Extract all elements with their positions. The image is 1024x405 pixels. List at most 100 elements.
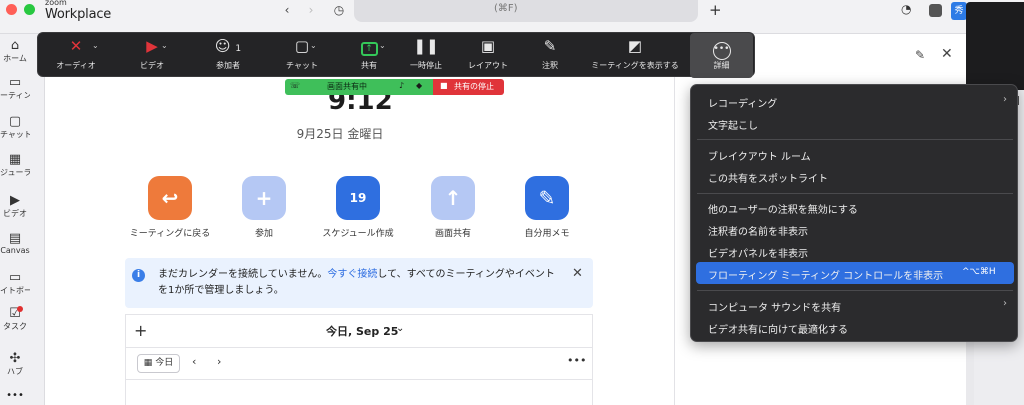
menu-item-transcription[interactable]: 文字起こし: [696, 112, 1014, 134]
sidebar-item-label: Canvas: [0, 246, 30, 255]
sidebar-item-hub[interactable]: ✣ ハブ: [0, 351, 30, 377]
menu-item-share-computer-sound[interactable]: コンピュータ サウンドを共有 ›: [696, 294, 1014, 316]
share-icon: ↑: [334, 37, 404, 57]
join-icon: +: [242, 176, 286, 220]
annotate-label: 注釈: [542, 61, 558, 70]
personal-notes-button[interactable]: ✎ 自分用メモ: [492, 176, 602, 239]
sidebar-item-home[interactable]: ⌂ ホーム: [0, 38, 30, 64]
menu-item-label: 他のユーザーの注釈を無効にする: [708, 205, 858, 216]
meeting-icon: ▭: [8, 75, 22, 90]
sidebar-item-label: チャット: [0, 130, 30, 139]
history-icon[interactable]: ◷: [331, 3, 347, 17]
whiteboard-icon: ▭: [8, 270, 22, 285]
show-meeting-label: ミーティングを表示する: [591, 61, 679, 70]
sidebar-item-label: ビデオ: [3, 209, 27, 218]
sidebar-item-scheduler[interactable]: ▦ ジューラー: [0, 152, 30, 178]
sidebar-item-label: イトボード: [0, 286, 30, 295]
menu-item-recording[interactable]: レコーディング ›: [696, 90, 1014, 112]
bell-icon[interactable]: ◔: [901, 2, 911, 16]
participants-count: 1: [235, 44, 242, 54]
zoom-window-button[interactable]: [24, 4, 35, 15]
chevron-right-icon: ›: [1003, 94, 1007, 105]
today-label: 今日: [155, 358, 174, 368]
sidebar-item-whiteboard[interactable]: ▭ イトボード: [0, 270, 30, 296]
calendar-icon: 19: [336, 176, 380, 220]
notification-dot: [17, 306, 23, 312]
menu-item-label: ビデオパネルを非表示: [708, 249, 808, 260]
menu-item-hide-annotator-names[interactable]: 注釈者の名前を非表示: [696, 218, 1014, 240]
participants-label: 参加者: [216, 61, 240, 70]
more-icon[interactable]: •••: [567, 354, 586, 367]
chat-icon: ▢: [294, 37, 310, 55]
sidebar-item-chat[interactable]: ▢ チャット: [0, 114, 30, 140]
sidebar-item-video[interactable]: ▶ ビデオ: [0, 193, 30, 219]
menu-item-disable-annotation[interactable]: 他のユーザーの注釈を無効にする: [696, 196, 1014, 218]
home-icon: ⌂: [10, 38, 20, 53]
menu-item-breakout-rooms[interactable]: ブレイクアウト ルーム: [696, 143, 1014, 165]
pause-button[interactable]: ❚❚ 一時停止: [398, 33, 454, 78]
date-label: 9月25日 金曜日: [296, 127, 384, 141]
edit-icon[interactable]: ✎: [915, 48, 925, 62]
sharing-label: 画面共有中: [327, 82, 367, 91]
more-icon: •••: [690, 37, 753, 60]
app-icon[interactable]: [929, 4, 942, 17]
menu-item-spotlight-share[interactable]: この共有をスポットライト: [696, 165, 1014, 187]
menu-item-label: ブレイクアウト ルーム: [708, 152, 811, 163]
close-window-button[interactable]: [6, 4, 17, 15]
layout-label: レイアウト: [468, 61, 508, 70]
audio-button[interactable]: ✕ オーディオ: [42, 33, 110, 78]
search-shortcut: (⌘F): [494, 3, 518, 14]
layout-icon: ▣: [480, 37, 496, 55]
mic-icon: ♪: [399, 81, 405, 90]
more-button[interactable]: ••• 詳細: [690, 33, 753, 78]
add-event-icon[interactable]: +: [134, 321, 147, 340]
search-bar[interactable]: (⌘F): [354, 0, 698, 22]
menu-item-hide-floating-controls[interactable]: フローティング ミーティング コントロールを非表示 ^⌥⌘H: [696, 262, 1014, 284]
notice-text: まだカレンダーを接続していません。今すぐ接続して、すべてのミーティングやイベント…: [158, 267, 558, 299]
avatar[interactable]: 秀: [951, 2, 967, 20]
sidebar-item-canvas[interactable]: ▤ Canvas: [0, 231, 30, 255]
show-meeting-icon: ◩: [627, 37, 643, 55]
share-button[interactable]: ↑ 共有: [334, 33, 404, 78]
menu-item-label: ビデオ共有に向けて最適化する: [708, 325, 848, 336]
audio-options-caret[interactable]: ⌄: [92, 41, 99, 50]
video-label: ビデオ: [140, 61, 164, 70]
pause-icon: ❚❚: [413, 37, 439, 55]
menu-item-optimize-video-share[interactable]: ビデオ共有に向けて最適化する: [696, 316, 1014, 338]
close-icon[interactable]: ✕: [941, 46, 953, 62]
sidebar-item-tasks[interactable]: ☑ タスク: [0, 306, 30, 332]
chevron-right-icon[interactable]: ›: [217, 355, 221, 368]
chat-options-caret[interactable]: ⌄: [310, 41, 317, 50]
menu-item-label: 文字起こし: [708, 121, 758, 132]
annotate-button[interactable]: ✎ 注釈: [525, 33, 575, 78]
show-meeting-button[interactable]: ◩ ミーティングを表示する: [581, 33, 689, 78]
connect-now-link[interactable]: 今すぐ接続: [327, 269, 377, 280]
chat-button[interactable]: ▢ チャット: [268, 33, 336, 78]
new-tab-icon[interactable]: +: [709, 1, 722, 19]
chevron-left-icon[interactable]: ‹: [192, 355, 196, 368]
more-label: 詳細: [713, 61, 730, 70]
share-options-caret[interactable]: ⌄: [379, 41, 386, 50]
participants-icon: ☺ 1: [214, 37, 242, 55]
participants-button[interactable]: ☺ 1 参加者: [188, 33, 268, 78]
stop-share-button[interactable]: ■ 共有の停止: [433, 79, 504, 95]
menu-item-hide-video-panel[interactable]: ビデオパネルを非表示: [696, 240, 1014, 262]
menu-item-label: フローティング ミーティング コントロールを非表示: [708, 271, 944, 282]
layout-button[interactable]: ▣ レイアウト: [459, 33, 517, 78]
forward-icon[interactable]: ›: [303, 3, 319, 17]
schedule-button[interactable]: 19 スケジュール作成: [303, 176, 413, 239]
sidebar-more-button[interactable]: •••: [0, 390, 30, 401]
video-button[interactable]: ▶ ビデオ: [118, 33, 186, 78]
video-options-caret[interactable]: ⌄: [161, 41, 168, 50]
shield-icon: ◆: [416, 81, 423, 90]
close-icon[interactable]: ✕: [572, 266, 583, 281]
back-icon[interactable]: ‹: [279, 3, 295, 17]
divider: [126, 379, 592, 380]
audio-label: オーディオ: [56, 61, 96, 70]
sidebar-item-label: ハブ: [7, 367, 23, 376]
chevron-down-icon[interactable]: ⌄: [396, 323, 404, 334]
calendar-title[interactable]: 今日, Sep 25: [326, 323, 398, 339]
mic-muted-icon: ✕: [69, 37, 83, 55]
today-button[interactable]: ▦ 今日: [137, 354, 180, 373]
sidebar-item-meeting[interactable]: ▭ ーティング: [0, 75, 30, 101]
